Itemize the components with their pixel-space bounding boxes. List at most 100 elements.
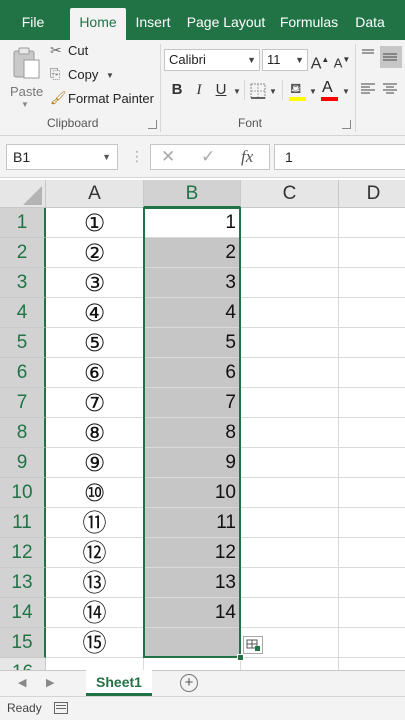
align-left-button[interactable] xyxy=(360,82,378,100)
cell-a[interactable]: ⑩ xyxy=(46,478,144,508)
sheet-tab[interactable]: Sheet1 xyxy=(86,670,152,696)
row-header[interactable]: 11 xyxy=(0,508,46,538)
scroll-left-icon[interactable]: ◀ xyxy=(18,676,26,689)
cell-empty[interactable] xyxy=(339,328,405,358)
format-painter-button[interactable]: 🖌 Format Painter xyxy=(50,90,160,110)
row-header[interactable]: 16 xyxy=(0,658,46,670)
paste-button[interactable]: Paste ▼ xyxy=(6,44,44,109)
underline-button[interactable]: U xyxy=(210,79,232,101)
cell-b[interactable]: 10 xyxy=(144,478,241,508)
row-header[interactable]: 6 xyxy=(0,358,46,388)
fill-color-button[interactable]: ⛾ ▼ xyxy=(288,80,318,102)
cell-empty[interactable] xyxy=(339,568,405,598)
tab-insert[interactable]: Insert xyxy=(132,8,174,40)
cell-empty[interactable] xyxy=(339,598,405,628)
copy-dropdown-icon[interactable]: ▼ xyxy=(106,71,114,80)
cell-empty[interactable] xyxy=(241,388,339,418)
align-middle-button[interactable] xyxy=(380,46,402,68)
cell-a[interactable]: ⑥ xyxy=(46,358,144,388)
cell-empty[interactable] xyxy=(339,388,405,418)
cell-b[interactable] xyxy=(144,658,241,670)
align-top-button[interactable] xyxy=(360,48,378,66)
cell-empty[interactable] xyxy=(241,448,339,478)
cell-empty[interactable] xyxy=(241,238,339,268)
cell-a[interactable]: ⑧ xyxy=(46,418,144,448)
insert-function-button[interactable]: fx xyxy=(241,147,253,167)
tab-file[interactable]: File xyxy=(10,8,56,40)
cell-b[interactable]: 11 xyxy=(144,508,241,538)
cell-empty[interactable] xyxy=(339,298,405,328)
cell-b[interactable]: 2 xyxy=(144,238,241,268)
row-header[interactable]: 3 xyxy=(0,268,46,298)
select-all-button[interactable] xyxy=(0,180,46,208)
enter-icon[interactable]: ✓ xyxy=(201,147,215,167)
cell-b[interactable]: 5 xyxy=(144,328,241,358)
cell-a[interactable]: ⑦ xyxy=(46,388,144,418)
row-header[interactable]: 7 xyxy=(0,388,46,418)
cell-empty[interactable] xyxy=(241,418,339,448)
macro-record-icon[interactable] xyxy=(54,702,68,714)
cell-b[interactable]: 9 xyxy=(144,448,241,478)
cell-a[interactable]: ⑨ xyxy=(46,448,144,478)
cut-button[interactable]: ✂ Cut xyxy=(50,42,100,62)
cell-b[interactable]: 8 xyxy=(144,418,241,448)
column-header-a[interactable]: A xyxy=(46,180,144,208)
cell-a[interactable]: ⑬ xyxy=(46,568,144,598)
column-header-d[interactable]: D xyxy=(339,180,405,208)
column-header-c[interactable]: C xyxy=(241,180,339,208)
decrease-font-size-button[interactable]: A▼ xyxy=(331,49,353,71)
font-color-button[interactable]: A ▼ xyxy=(320,79,352,102)
cell-a[interactable] xyxy=(46,658,144,670)
cell-empty[interactable] xyxy=(339,628,405,658)
row-header[interactable]: 15 xyxy=(0,628,46,658)
cell-empty[interactable] xyxy=(241,598,339,628)
cell-a[interactable]: ⑪ xyxy=(46,508,144,538)
paste-dropdown-icon[interactable]: ▼ xyxy=(21,100,29,109)
row-header[interactable]: 9 xyxy=(0,448,46,478)
row-header[interactable]: 4 xyxy=(0,298,46,328)
cell-b[interactable]: 6 xyxy=(144,358,241,388)
cell-empty[interactable] xyxy=(241,208,339,238)
cell-b[interactable]: 12 xyxy=(144,538,241,568)
cell-a[interactable]: ⑫ xyxy=(46,538,144,568)
cell-b[interactable]: 3 xyxy=(144,268,241,298)
row-header[interactable]: 13 xyxy=(0,568,46,598)
row-header[interactable]: 10 xyxy=(0,478,46,508)
cell-a[interactable]: ① xyxy=(46,208,144,238)
row-header[interactable]: 8 xyxy=(0,418,46,448)
underline-dropdown-icon[interactable]: ▼ xyxy=(233,87,241,96)
cell-empty[interactable] xyxy=(241,658,339,670)
cell-empty[interactable] xyxy=(241,358,339,388)
clipboard-launcher-icon[interactable] xyxy=(148,120,157,129)
formula-input[interactable]: 1 xyxy=(274,144,405,170)
cell-empty[interactable] xyxy=(339,418,405,448)
cell-empty[interactable] xyxy=(241,328,339,358)
scroll-right-icon[interactable]: ▶ xyxy=(46,676,54,689)
font-launcher-icon[interactable] xyxy=(342,120,351,129)
name-box[interactable]: B1 ▼ xyxy=(6,144,118,170)
font-name-combo[interactable]: Calibri ▼ xyxy=(164,49,260,71)
cell-empty[interactable] xyxy=(241,538,339,568)
row-header[interactable]: 1 xyxy=(0,208,46,238)
cell-b[interactable]: 7 xyxy=(144,388,241,418)
row-header[interactable]: 14 xyxy=(0,598,46,628)
italic-button[interactable]: I xyxy=(188,79,210,101)
bold-button[interactable]: B xyxy=(166,79,188,101)
cell-empty[interactable] xyxy=(339,478,405,508)
cell-b[interactable] xyxy=(144,628,241,658)
cell-empty[interactable] xyxy=(339,238,405,268)
cell-empty[interactable] xyxy=(241,478,339,508)
quick-analysis-icon[interactable] xyxy=(243,636,263,654)
row-header[interactable]: 12 xyxy=(0,538,46,568)
cell-empty[interactable] xyxy=(241,298,339,328)
tab-page-layout[interactable]: Page Layout xyxy=(186,8,266,40)
cell-a[interactable]: ⑮ xyxy=(46,628,144,658)
increase-font-size-button[interactable]: A▲ xyxy=(309,49,331,72)
tab-formulas[interactable]: Formulas xyxy=(279,8,339,40)
align-center-button[interactable] xyxy=(382,82,400,100)
tab-data[interactable]: Data xyxy=(352,8,388,40)
cell-a[interactable]: ③ xyxy=(46,268,144,298)
cell-empty[interactable] xyxy=(339,448,405,478)
font-size-combo[interactable]: 11 ▼ xyxy=(262,49,308,71)
borders-button[interactable]: ▼ xyxy=(250,82,278,100)
